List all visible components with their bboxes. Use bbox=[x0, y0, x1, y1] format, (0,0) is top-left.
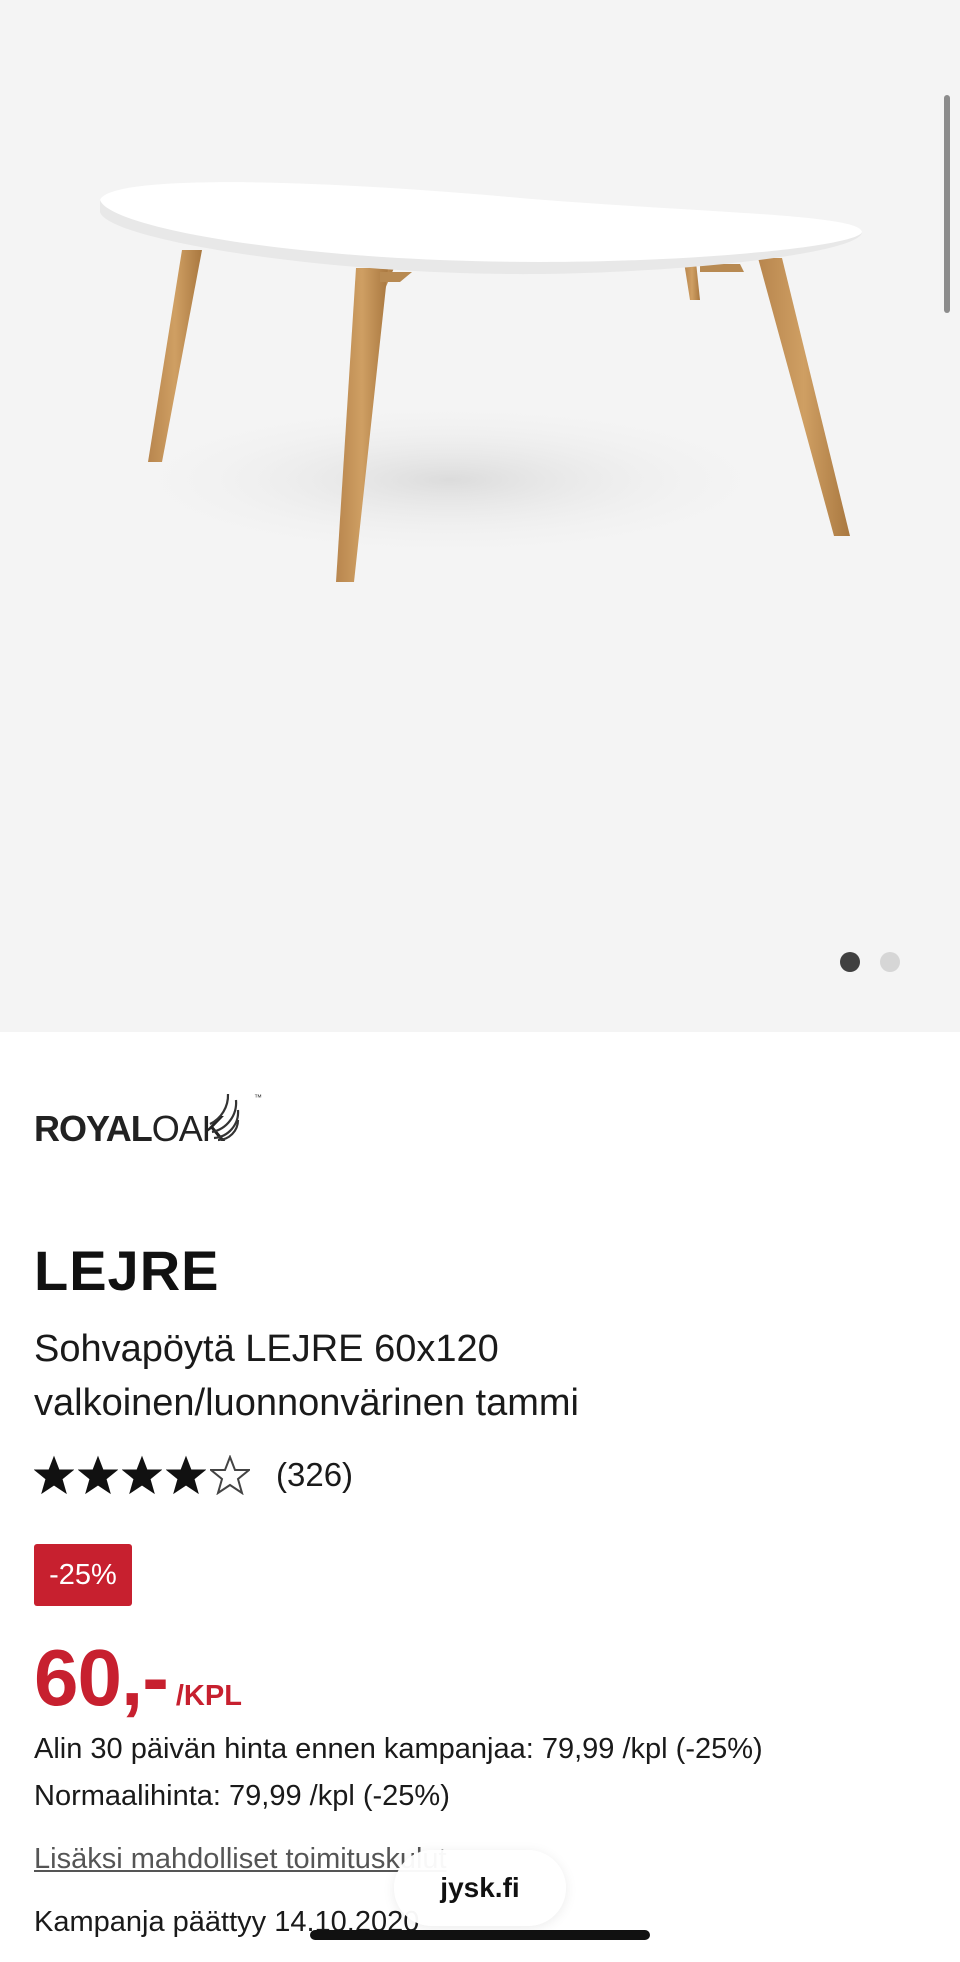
product-title: LEJRE bbox=[34, 1239, 220, 1302]
home-indicator[interactable] bbox=[310, 1930, 650, 1940]
price-value: 60,- bbox=[34, 1633, 169, 1722]
discount-badge: -25% bbox=[34, 1544, 132, 1606]
star-filled-icon bbox=[122, 1455, 162, 1495]
browser-url-bar[interactable]: jysk.fi bbox=[394, 1850, 566, 1926]
star-filled-icon bbox=[34, 1455, 74, 1495]
lowest-price-info: Alin 30 päivän hinta ennen kampanjaa: 79… bbox=[34, 1733, 763, 1765]
pagination-dot-active[interactable] bbox=[840, 952, 860, 972]
product-description: Sohvapöytä LEJRE 60x120 valkoinen/luonno… bbox=[34, 1328, 579, 1424]
normal-price-info: Normaalihinta: 79,99 /kpl (-25%) bbox=[34, 1780, 450, 1812]
star-filled-icon bbox=[166, 1455, 206, 1495]
price-unit: /KPL bbox=[175, 1680, 242, 1712]
review-count[interactable]: (326) bbox=[276, 1456, 353, 1494]
price: 60,- /KPL bbox=[34, 1632, 242, 1724]
gallery-pagination bbox=[840, 952, 900, 972]
delivery-costs-link[interactable]: Lisäksi mahdolliset toimituskulut bbox=[34, 1843, 447, 1876]
svg-text:™: ™ bbox=[254, 1093, 262, 1102]
product-image-gallery[interactable] bbox=[0, 0, 960, 1032]
pagination-dot[interactable] bbox=[880, 952, 900, 972]
scrollbar[interactable] bbox=[944, 95, 950, 313]
product-rating[interactable]: (326) bbox=[34, 1455, 353, 1495]
product-image bbox=[100, 182, 862, 582]
star-filled-icon bbox=[78, 1455, 118, 1495]
brand-logo[interactable]: ROYALOAK ™ bbox=[34, 1088, 262, 1152]
brand-logo-text: ROYALOAK bbox=[34, 1108, 226, 1149]
star-rating bbox=[34, 1455, 250, 1495]
star-empty-icon bbox=[210, 1455, 250, 1495]
royal-oak-arc-icon: ™ bbox=[209, 1093, 262, 1142]
